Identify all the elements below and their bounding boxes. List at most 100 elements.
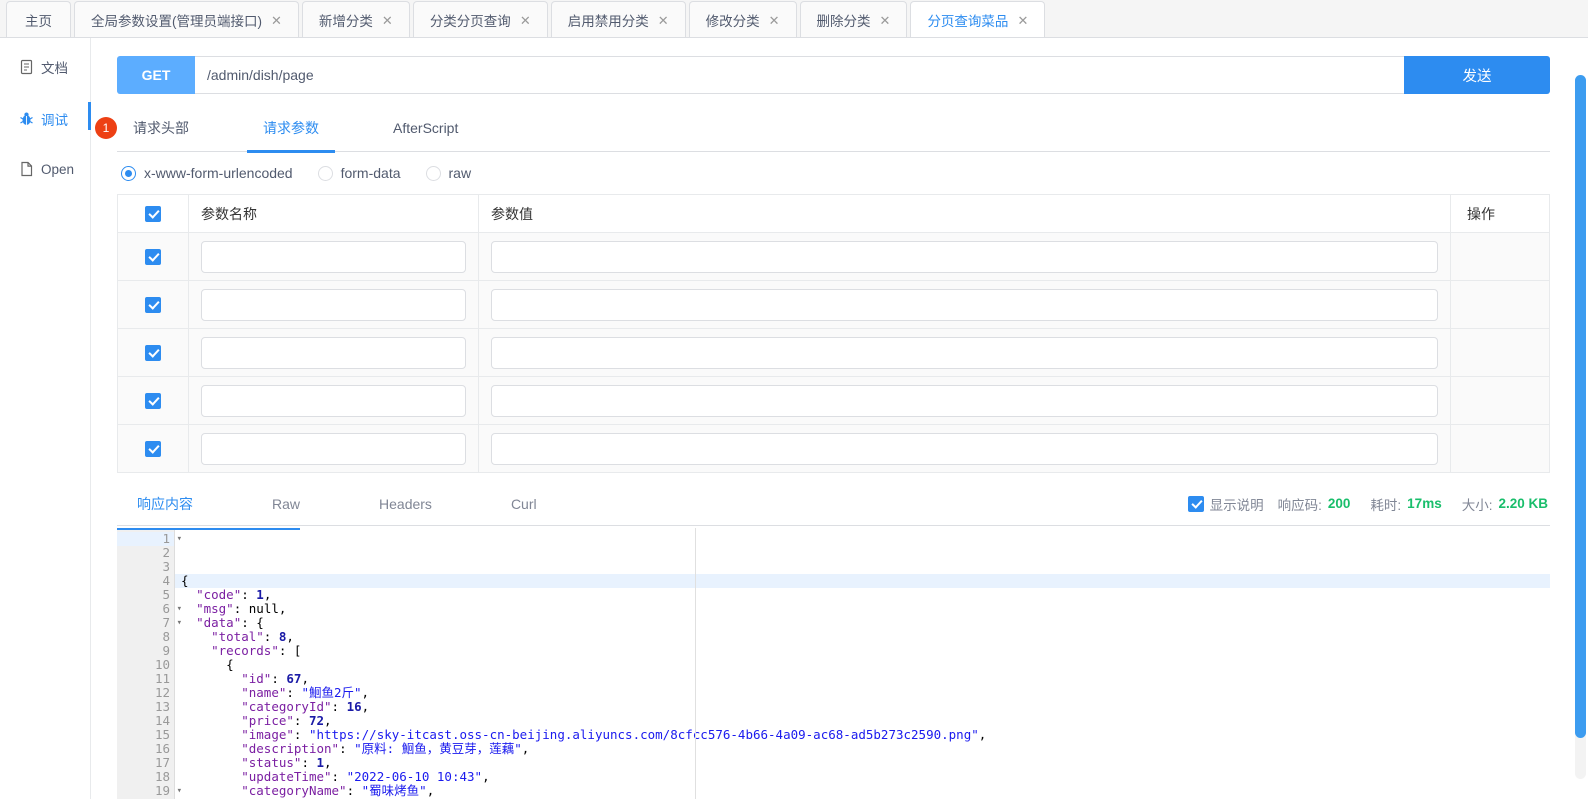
show-description-checkbox[interactable] (1187, 495, 1204, 512)
param-enable-checkbox[interactable] (145, 392, 161, 409)
param-row (118, 377, 1549, 425)
param-value-input[interactable] (491, 384, 1438, 417)
header-param-name-label: 参数名称 (201, 205, 257, 222)
response-tab[interactable]: 响应内容 (131, 482, 199, 526)
request-tab[interactable]: AfterScript (377, 105, 474, 152)
browser-tab-label: 分页查询菜品 (927, 14, 1009, 29)
line-number-value: 11 (154, 671, 170, 686)
editor-line-number: 8 (117, 630, 174, 644)
browser-tab[interactable]: 启用禁用分类 ✕ (550, 1, 686, 37)
browser-tab-label: 主页 (25, 14, 52, 29)
param-operation-cell (1451, 233, 1549, 280)
editor-line-number: 10 (117, 658, 174, 672)
left-sidebar: 文档调试 Open (0, 38, 91, 799)
request-url-input[interactable] (195, 56, 1404, 94)
tab-count-badge: 1 (95, 116, 117, 139)
param-row (118, 281, 1549, 329)
response-tab[interactable]: Raw (266, 482, 306, 526)
page-scrollbar-track[interactable] (1575, 75, 1586, 779)
http-method-selector[interactable]: GET (117, 56, 195, 94)
param-name-input[interactable] (201, 384, 466, 417)
body-type-radio[interactable]: x-www-form-urlencoded (121, 165, 293, 181)
sidebar-item-label: 文档 (41, 61, 68, 76)
request-tab[interactable]: 1 请求头部 (95, 105, 205, 152)
close-icon[interactable]: ✕ (271, 14, 282, 27)
editor-code-line: "msg": null, (196, 601, 287, 616)
param-operation-cell (1451, 377, 1549, 424)
editor-line-number: 7 ▾ (117, 616, 182, 630)
browser-tab[interactable]: 全局参数设置(管理员端接口) ✕ (74, 1, 299, 37)
param-value-cell (479, 233, 1451, 280)
radio-indicator-icon[interactable] (317, 165, 333, 181)
param-row (118, 329, 1549, 377)
line-number-value: 10 (154, 657, 170, 672)
editor-code-line: "price": 72, (241, 713, 332, 728)
browser-tab-label: 删除分类 (816, 14, 871, 29)
body-type-radio[interactable]: raw (425, 165, 472, 181)
request-tab[interactable]: 请求参数 (247, 105, 335, 153)
param-enable-checkbox[interactable] (145, 248, 161, 265)
close-icon[interactable]: ✕ (1017, 14, 1028, 27)
browser-tab[interactable]: 分页查询菜品 ✕ (910, 1, 1046, 37)
line-number-value: 5 (162, 587, 170, 602)
param-name-input[interactable] (201, 336, 466, 369)
select-all-checkbox[interactable] (145, 205, 161, 222)
send-request-button[interactable]: 发送 (1404, 56, 1550, 94)
param-enable-checkbox[interactable] (145, 440, 161, 457)
param-value-input[interactable] (491, 336, 1438, 369)
editor-code-line: "id": 67, (241, 671, 309, 686)
browser-tab[interactable]: 分类分页查询 ✕ (412, 1, 548, 37)
param-operation-cell (1451, 329, 1549, 376)
editor-code-line: "description": "原料: 鮰鱼，黄豆芽，莲藕", (241, 741, 530, 756)
page-scrollbar-thumb[interactable] (1575, 75, 1586, 738)
response-json-editor[interactable]: 1▾234▾56▾7▾8910111213141516171819▾ { "co… (117, 526, 1550, 799)
header-operation-label: 操作 (1467, 205, 1495, 222)
close-icon[interactable]: ✕ (520, 14, 531, 27)
param-name-input[interactable] (201, 240, 466, 273)
editor-line-number: 15 (117, 728, 174, 742)
request-tabs: 1 请求头部 请求参数 AfterScript (95, 105, 1550, 153)
browser-tab[interactable]: 删除分类 ✕ (799, 1, 908, 37)
param-value-input[interactable] (491, 288, 1438, 321)
param-value-input[interactable] (491, 240, 1438, 273)
sidebar-item-document[interactable]: 文档 (0, 48, 90, 86)
editor-line-number: 17 (117, 756, 174, 770)
line-number-value: 15 (154, 727, 170, 742)
browser-tab[interactable]: 新增分类 ✕ (301, 1, 410, 37)
editor-vertical-rule (695, 528, 696, 799)
browser-tab-label: 新增分类 (318, 14, 373, 29)
close-icon[interactable]: ✕ (658, 14, 669, 27)
close-icon[interactable]: ✕ (382, 14, 393, 27)
line-number-value: 4 (162, 573, 170, 588)
param-name-input[interactable] (201, 432, 466, 465)
body-type-label: raw (448, 165, 472, 181)
body-type-radio[interactable]: form-data (317, 165, 401, 181)
editor-line-number: 14 (117, 714, 174, 728)
response-meta-label: 大小: (1461, 497, 1493, 513)
radio-indicator-icon[interactable] (425, 165, 441, 181)
browser-tab[interactable]: 修改分类 ✕ (688, 1, 797, 37)
browser-tab[interactable]: 主页 (6, 1, 71, 37)
sidebar-item-open[interactable]: Open (0, 152, 90, 186)
close-icon[interactable]: ✕ (880, 14, 891, 27)
response-tab[interactable]: Curl (505, 482, 543, 526)
editor-code-line: "name": "鮰鱼2斤", (241, 685, 370, 700)
line-number-value: 18 (154, 769, 170, 784)
header-param-name: 参数名称 (189, 195, 479, 232)
browser-tab-label: 修改分类 (705, 14, 760, 29)
param-name-cell (189, 377, 479, 424)
param-name-input[interactable] (201, 288, 466, 321)
app-body: 文档调试 Open GET 发送 1 请求头部 请求参数 AfterScript x-w… (0, 38, 1588, 799)
show-description-label: 显示说明 (1209, 497, 1264, 513)
param-value-input[interactable] (491, 432, 1438, 465)
response-tab[interactable]: Headers (373, 482, 438, 526)
param-enable-checkbox[interactable] (145, 296, 161, 313)
param-enable-checkbox[interactable] (145, 344, 161, 361)
response-meta-label: 耗时: (1370, 497, 1402, 513)
editor-code-line: "total": 8, (211, 629, 294, 644)
sidebar-item-debug[interactable]: 调试 (0, 100, 91, 138)
radio-indicator-icon[interactable] (121, 165, 136, 181)
close-icon[interactable]: ✕ (769, 14, 780, 27)
editor-code-line: "data": { (196, 615, 264, 630)
editor-code-area[interactable]: { "code": 1, "msg": null, "data": { "tot… (175, 528, 1550, 799)
